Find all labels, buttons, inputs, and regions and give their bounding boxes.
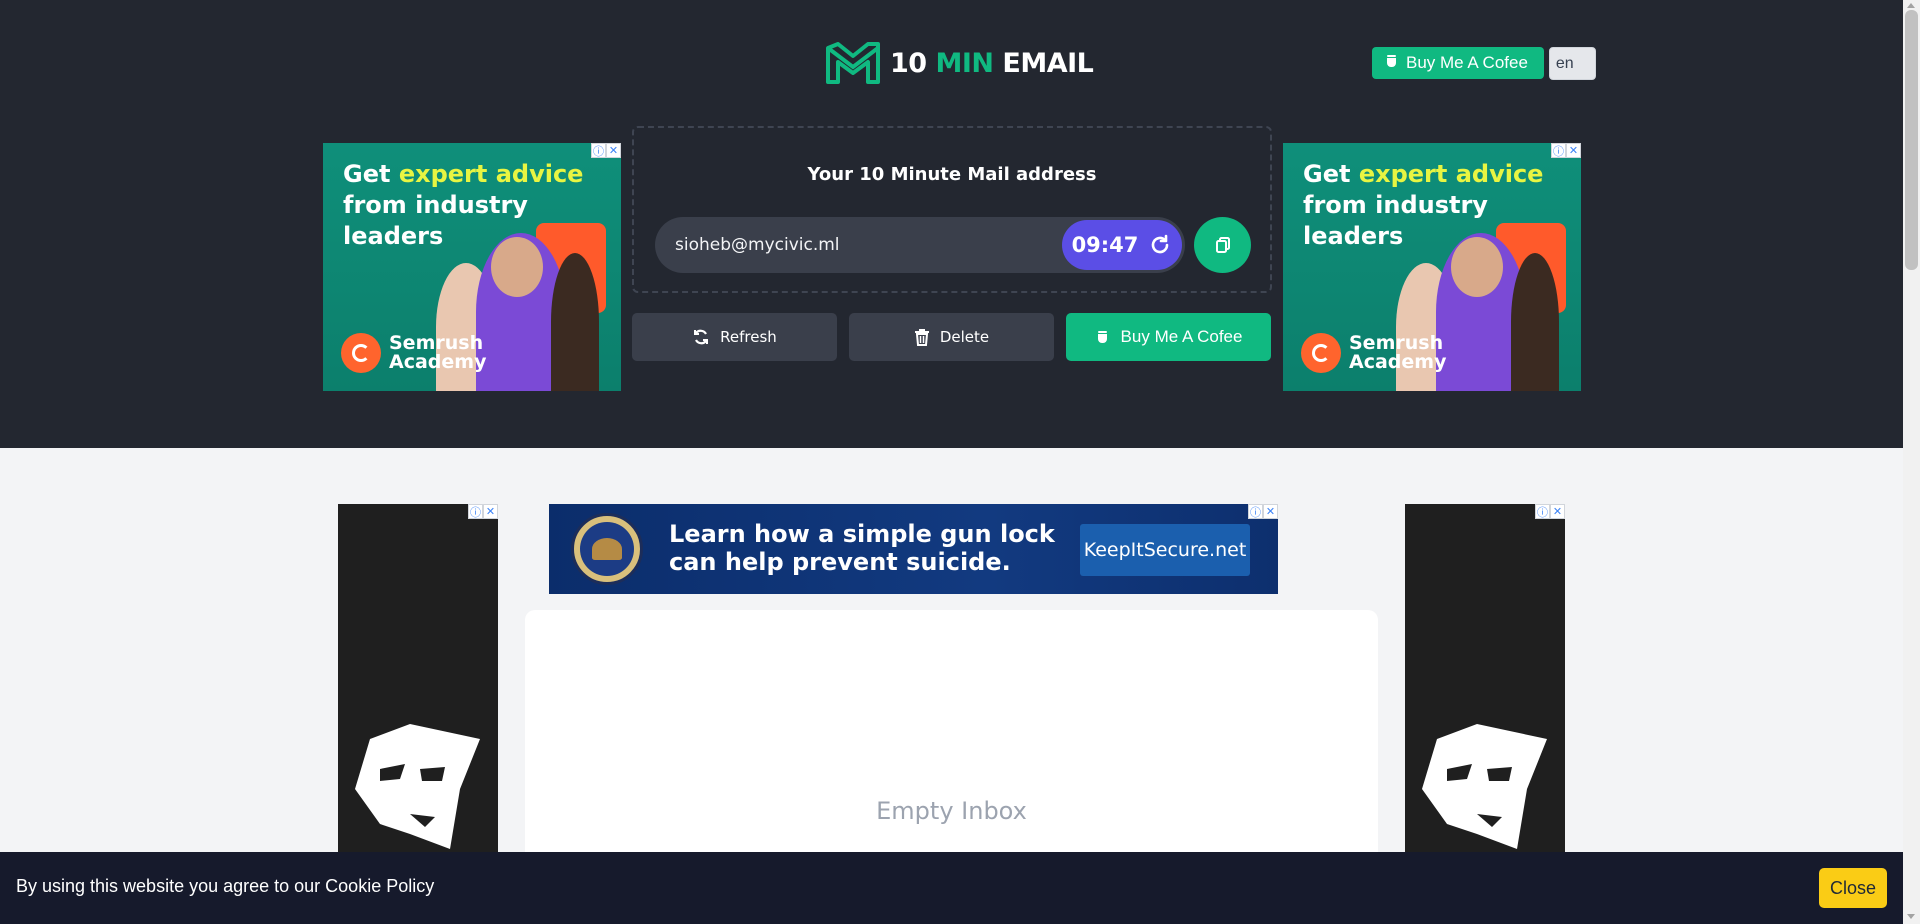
semrush-logo-icon	[1301, 333, 1341, 373]
adchoices-controls[interactable]: ⓘ ✕	[591, 143, 621, 158]
semrush-logo-icon	[341, 333, 381, 373]
cookie-text: By using this website you agree to our C…	[16, 876, 435, 896]
site-logo[interactable]: 10 MIN EMAIL	[824, 40, 1094, 86]
coffee-cup-icon	[1384, 53, 1400, 74]
adchoices-controls[interactable]: ⓘ ✕	[1248, 504, 1278, 519]
adchoices-controls[interactable]: ⓘ ✕	[1535, 504, 1565, 519]
adchoices-controls[interactable]: ⓘ ✕	[468, 504, 498, 519]
adchoices-icon[interactable]: ⓘ	[468, 504, 483, 519]
buy-coffee-button-top[interactable]: Buy Me A Cofee	[1372, 47, 1544, 79]
coffee-cup-icon	[1097, 331, 1107, 343]
close-icon[interactable]: ✕	[1550, 504, 1565, 519]
ad-banner-gun-lock[interactable]: Learn how a simple gun lock can help pre…	[549, 504, 1278, 594]
scroll-down-arrow-icon[interactable]	[1907, 914, 1915, 919]
timer-value: 09:47	[1071, 233, 1139, 257]
copy-icon	[1215, 237, 1230, 253]
buy-coffee-label: Buy Me A Cofee	[1406, 53, 1528, 72]
close-icon[interactable]: ✕	[1566, 143, 1581, 158]
ad-right-semrush[interactable]: Get expert advice from industry leaders S…	[1283, 143, 1581, 391]
scroll-up-arrow-icon[interactable]	[1907, 3, 1915, 8]
copy-address-button[interactable]	[1194, 217, 1251, 273]
mail-logo-icon	[826, 42, 880, 84]
buy-coffee-label: Buy Me A Cofee	[1120, 327, 1243, 346]
ad-brand: Semrush Academy	[341, 333, 486, 373]
top-actions: Buy Me A Cofee en	[1372, 47, 1596, 80]
close-icon[interactable]: ✕	[606, 143, 621, 158]
refresh-button[interactable]: Refresh	[632, 313, 837, 361]
adchoices-icon[interactable]: ⓘ	[1551, 143, 1566, 158]
ad-right-vertical[interactable]: ⓘ ✕	[1405, 504, 1565, 854]
email-address-field[interactable]: sioheb@mycivic.ml 09:47	[655, 217, 1185, 273]
banner-ad-cta[interactable]: KeepItSecure.net	[1080, 524, 1250, 576]
hero-section: 10 MIN EMAIL Buy Me A Cofee en Get exper…	[0, 0, 1903, 448]
mail-address-panel: Your 10 Minute Mail address sioheb@myciv…	[632, 126, 1272, 293]
language-select[interactable]: en	[1548, 47, 1596, 80]
banner-ad-text: Learn how a simple gun lock can help pre…	[669, 520, 1055, 576]
va-seal-logo	[571, 513, 643, 585]
page-scrollbar[interactable]	[1903, 0, 1920, 924]
adchoices-icon[interactable]: ⓘ	[591, 143, 606, 158]
countdown-timer[interactable]: 09:47	[1062, 220, 1182, 270]
logo-text: 10 MIN EMAIL	[890, 47, 1094, 79]
buy-coffee-button[interactable]: Buy Me A Cofee	[1066, 313, 1271, 361]
ad-left-vertical[interactable]: ⓘ ✕	[338, 504, 498, 854]
delete-button[interactable]: Delete	[849, 313, 1054, 361]
adchoices-icon[interactable]: ⓘ	[1248, 504, 1263, 519]
adchoices-icon[interactable]: ⓘ	[1535, 504, 1550, 519]
ad-mask-image	[355, 724, 480, 849]
ad-left-semrush[interactable]: Get expert advice from industry leaders S…	[323, 143, 621, 391]
refresh-icon	[694, 329, 709, 345]
refresh-label: Refresh	[720, 328, 777, 346]
scrollbar-thumb[interactable]	[1905, 10, 1918, 270]
mail-address-title: Your 10 Minute Mail address	[807, 164, 1097, 185]
trash-icon	[914, 329, 929, 346]
adchoices-controls[interactable]: ⓘ ✕	[1551, 143, 1581, 158]
close-icon[interactable]: ✕	[483, 504, 498, 519]
close-icon[interactable]: ✕	[1263, 504, 1278, 519]
empty-inbox-message: Empty Inbox	[876, 797, 1027, 825]
email-address-value[interactable]: sioheb@mycivic.ml	[675, 235, 840, 255]
reset-timer-icon[interactable]	[1148, 233, 1172, 257]
cookie-close-button[interactable]: Close	[1819, 868, 1887, 908]
ad-brand: Semrush Academy	[1301, 333, 1446, 373]
ad-mask-image	[1422, 724, 1547, 849]
delete-label: Delete	[939, 328, 990, 346]
cookie-banner: By using this website you agree to our C…	[0, 852, 1903, 924]
